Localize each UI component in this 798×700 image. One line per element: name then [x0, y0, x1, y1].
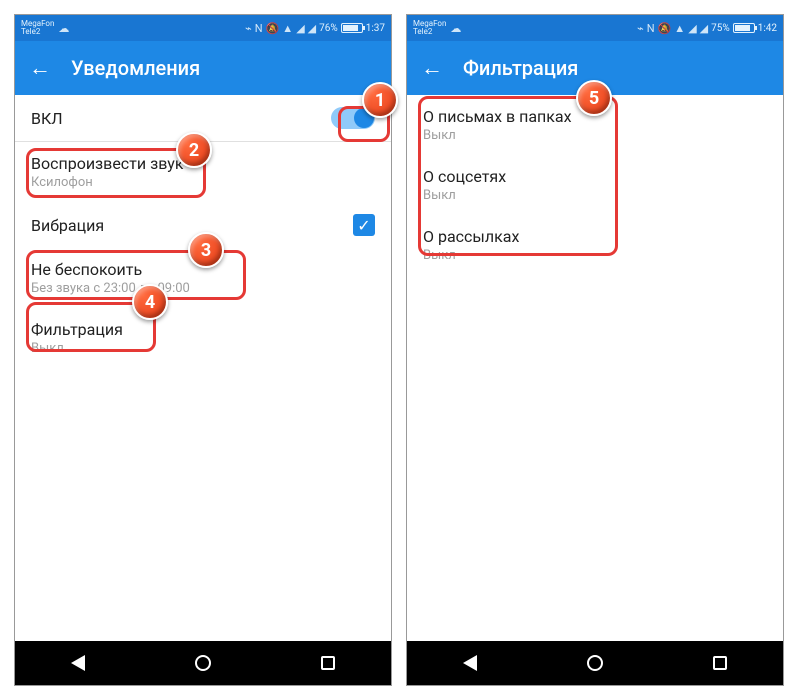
bluetooth-icon: ⌁: [245, 22, 252, 35]
nav-recents[interactable]: [308, 643, 348, 683]
back-button[interactable]: ←: [29, 55, 51, 81]
wifi-icon: ▲: [674, 22, 685, 35]
nfc-icon: N: [647, 22, 655, 35]
checkbox-icon[interactable]: ✓: [353, 214, 375, 236]
bluetooth-icon: ⌁: [637, 22, 644, 35]
clock: 1:42: [758, 23, 777, 34]
cloud-icon: ☁: [58, 22, 69, 35]
marker-4: 4: [132, 284, 168, 320]
battery-percent: 75%: [711, 23, 730, 34]
clock: 1:37: [366, 23, 385, 34]
nav-home[interactable]: [183, 643, 223, 683]
row-filter-title: Фильтрация: [31, 320, 123, 339]
row-sound-sub: Ксилофон: [31, 175, 183, 190]
row-social-title: О соцсетях: [423, 167, 506, 186]
nav-recents[interactable]: [700, 643, 740, 683]
row-folders-title: О письмах в папках: [423, 107, 572, 126]
wifi-icon: ▲: [282, 22, 293, 35]
row-dnd-title: Не беспокоить: [31, 260, 190, 279]
signal-icon: ◢: [296, 22, 304, 35]
battery-icon: [341, 23, 363, 33]
carrier-2: Tele2: [21, 28, 54, 36]
appbar-title: Фильтрация: [463, 56, 578, 80]
battery-percent: 76%: [319, 23, 338, 34]
row-vibration-title: Вибрация: [31, 216, 104, 235]
nav-back[interactable]: [58, 643, 98, 683]
cloud-icon: ☁: [450, 22, 461, 35]
row-newsletters[interactable]: О рассылках Выкл: [407, 215, 783, 275]
marker-2: 2: [176, 132, 212, 168]
back-button[interactable]: ←: [421, 55, 443, 81]
nav-back[interactable]: [450, 643, 490, 683]
signal-icon: ◢: [700, 22, 708, 35]
settings-list: ВКЛ Воспроизвести звук Ксилофон Вибрация…: [15, 95, 391, 641]
android-nav-bar: [407, 641, 783, 685]
status-bar: MegaFon Tele2 ☁ ⌁ N 🔕 ▲ ◢ ◢ 75% 1:42: [407, 15, 783, 41]
appbar-title: Уведомления: [71, 56, 200, 80]
app-bar: ← Уведомления: [15, 41, 391, 95]
nfc-icon: N: [255, 22, 263, 35]
signal-icon: ◢: [308, 22, 316, 35]
nav-home[interactable]: [575, 643, 615, 683]
marker-3: 3: [188, 232, 224, 268]
row-folders-sub: Выкл: [423, 128, 572, 143]
android-nav-bar: [15, 641, 391, 685]
marker-1: 1: [362, 82, 398, 118]
battery-icon: [733, 23, 755, 33]
mute-icon: 🔕: [658, 22, 672, 35]
row-sound-title: Воспроизвести звук: [31, 154, 183, 173]
row-enable-title: ВКЛ: [31, 109, 63, 128]
row-social-sub: Выкл: [423, 188, 506, 203]
row-social[interactable]: О соцсетях Выкл: [407, 155, 783, 215]
signal-icon: ◢: [688, 22, 696, 35]
row-newsletters-title: О рассылках: [423, 227, 519, 246]
mute-icon: 🔕: [266, 22, 280, 35]
row-newsletters-sub: Выкл: [423, 248, 519, 263]
screenshot-left: MegaFon Tele2 ☁ ⌁ N 🔕 ▲ ◢ ◢ 76% 1:37 ← У…: [14, 14, 392, 686]
carrier-2: Tele2: [413, 28, 446, 36]
status-bar: MegaFon Tele2 ☁ ⌁ N 🔕 ▲ ◢ ◢ 76% 1:37: [15, 15, 391, 41]
row-filter-sub: Выкл: [31, 341, 123, 356]
row-filter[interactable]: Фильтрация Выкл: [15, 308, 391, 368]
settings-list: О письмах в папках Выкл О соцсетях Выкл …: [407, 95, 783, 641]
marker-5: 5: [576, 80, 612, 116]
